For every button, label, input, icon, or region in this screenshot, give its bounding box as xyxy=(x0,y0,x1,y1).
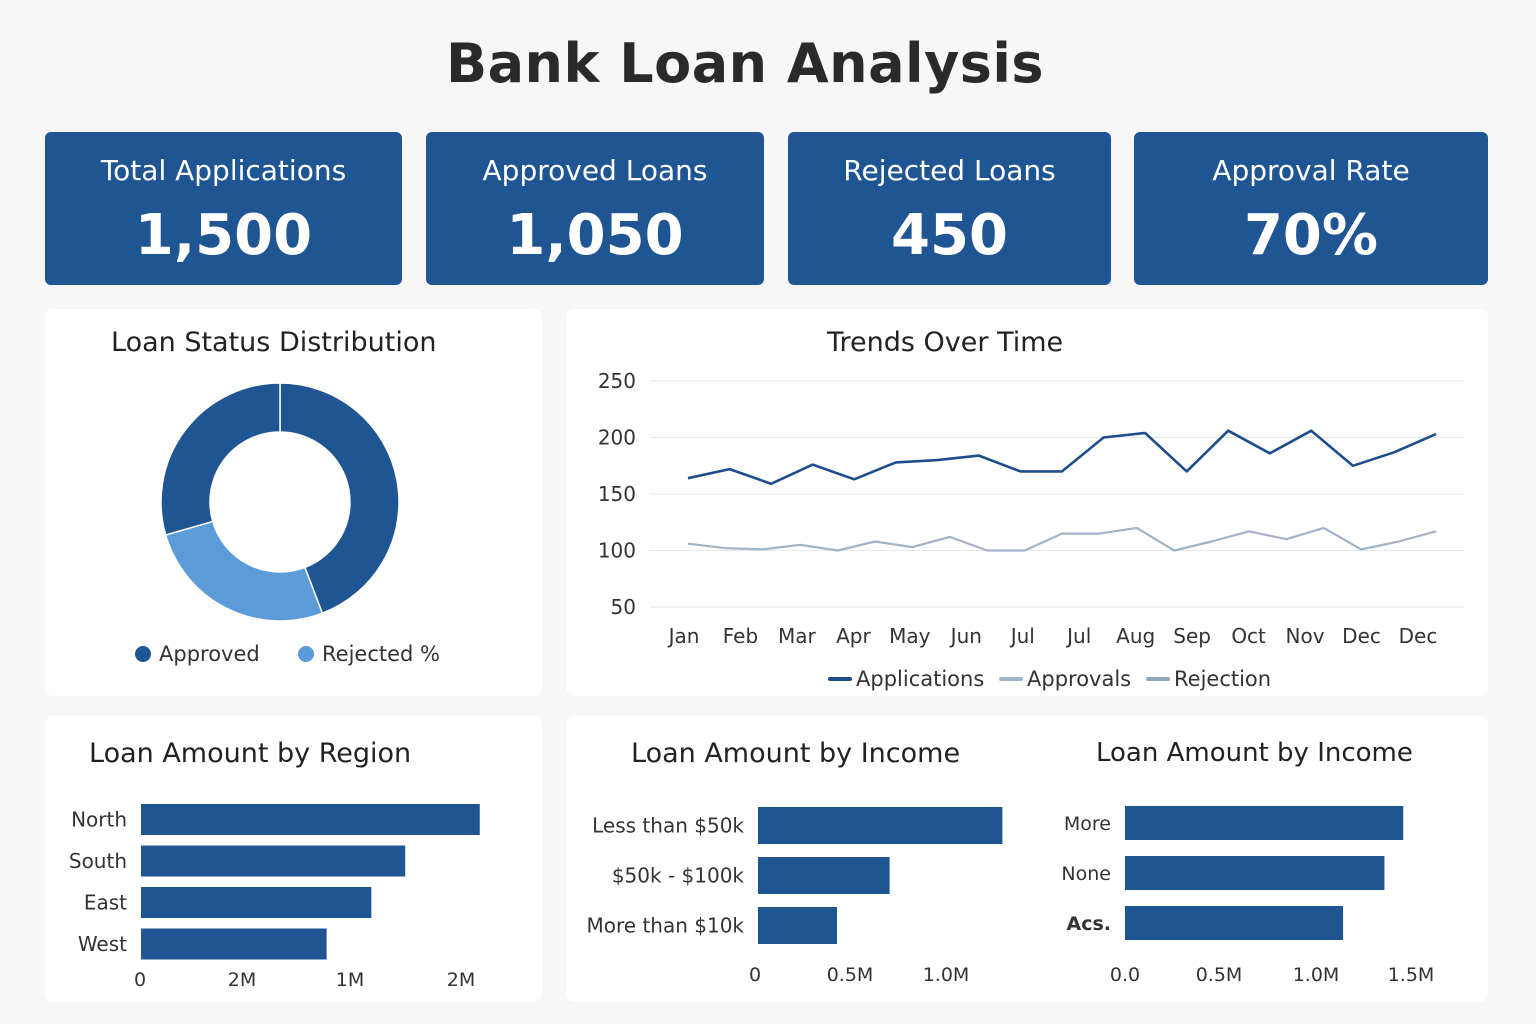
x-tick-label: Jul xyxy=(1009,624,1035,648)
x-tick-label: Dec xyxy=(1399,624,1438,648)
legend-label: Approved xyxy=(159,642,260,666)
legend-approvals: Approvals xyxy=(999,667,1131,691)
bar xyxy=(1125,906,1344,940)
legend-approved: Approved xyxy=(135,642,260,666)
series-line-approvals xyxy=(687,526,1437,552)
legend-label: Rejection xyxy=(1174,667,1272,691)
kpi-approved-loans: Approved Loans 1,050 xyxy=(426,132,764,285)
x-tick-label: 0 xyxy=(749,964,761,986)
donut-slice-rejected xyxy=(164,520,324,622)
y-tick-label: 50 xyxy=(611,595,636,619)
category-label: $50k - $100k xyxy=(612,864,745,888)
x-tick-label: 0.5M xyxy=(1196,964,1243,986)
x-tick-label: Apr xyxy=(836,624,871,648)
category-label: None xyxy=(1061,863,1111,885)
x-tick-label: 1M xyxy=(336,969,364,991)
x-tick-label: Sep xyxy=(1173,624,1211,648)
bar xyxy=(141,845,406,877)
x-tick-label: Nov xyxy=(1286,624,1325,648)
x-tick-label: Feb xyxy=(723,624,758,648)
y-tick-label: 100 xyxy=(598,539,636,563)
line-chart: 250 200 150 100 50 Jan Feb Mar Apr May Jun Jul Jul Au… xyxy=(598,369,1464,648)
bar xyxy=(758,807,1003,844)
x-tick-label: 2M xyxy=(447,969,475,991)
bar xyxy=(1125,856,1385,890)
category-label: West xyxy=(78,932,127,956)
region-bar-chart: North South East West 0 2M 1M 2M xyxy=(69,804,480,991)
y-tick-label: 250 xyxy=(598,369,636,393)
x-tick-label: 1.0M xyxy=(923,964,970,986)
bar xyxy=(1125,806,1404,840)
category-label: Acs. xyxy=(1067,913,1112,935)
category-label: More xyxy=(1064,813,1111,835)
income-bar-charts: Less than $50k $50k - $100k More than $10k… xyxy=(587,806,1435,986)
loan-status-panel: Loan Status Distribution Approved Reject… xyxy=(45,309,542,696)
category-label: Less than $50k xyxy=(592,814,744,838)
x-tick-label: 0.5M xyxy=(827,964,874,986)
bar xyxy=(141,928,327,960)
x-tick-label: Jan xyxy=(667,624,700,648)
x-tick-label: Jun xyxy=(949,624,982,648)
legend-swatch xyxy=(135,646,151,662)
legend-label: Approvals xyxy=(1027,667,1132,691)
bar xyxy=(141,804,480,835)
kpi-label: Rejected Loans xyxy=(843,154,1056,187)
donut-slice-approved xyxy=(160,382,281,536)
x-tick-label: Jul xyxy=(1065,624,1091,648)
kpi-total-applications: Total Applications 1,500 xyxy=(45,132,402,285)
trends-panel: Trends Over Time 250 200 150 100 50 Jan Feb Mar… xyxy=(566,309,1488,696)
kpi-value: 70% xyxy=(1243,203,1379,268)
y-tick-label: 200 xyxy=(598,426,636,450)
page-title: Bank Loan Analysis xyxy=(445,32,1045,95)
legend-swatch xyxy=(1146,677,1170,681)
x-tick-label: 1.0M xyxy=(1293,964,1340,986)
x-tick-label: 1.5M xyxy=(1388,964,1435,986)
x-tick-label: Mar xyxy=(778,624,817,648)
kpi-label: Approval Rate xyxy=(1212,154,1410,187)
x-tick-label: Aug xyxy=(1116,624,1155,648)
legend-swatch xyxy=(298,646,314,662)
donut-chart xyxy=(160,382,400,622)
income-panel: Loan Amount by Income Loan Amount by Inc… xyxy=(566,716,1488,1002)
x-tick-label: 0 xyxy=(134,969,146,991)
legend-label: Rejected % xyxy=(322,642,440,666)
bar xyxy=(758,857,890,894)
x-tick-label: 2M xyxy=(228,969,256,991)
legend-swatch xyxy=(828,677,852,681)
category-label: South xyxy=(69,849,127,873)
kpi-label: Approved Loans xyxy=(482,154,708,187)
x-tick-label: Oct xyxy=(1231,624,1266,648)
legend-rejected: Rejected % xyxy=(298,642,440,666)
y-tick-label: 150 xyxy=(598,482,636,506)
kpi-approval-rate: Approval Rate 70% xyxy=(1134,132,1488,285)
series-line-applications xyxy=(687,429,1437,486)
bar xyxy=(758,907,837,944)
category-label: More than $10k xyxy=(587,914,745,938)
x-tick-label: May xyxy=(889,624,931,648)
legend-swatch xyxy=(999,677,1023,681)
category-label: East xyxy=(84,891,127,915)
kpi-label: Total Applications xyxy=(100,154,347,187)
kpi-rejected-loans: Rejected Loans 450 xyxy=(788,132,1111,285)
kpi-value: 1,050 xyxy=(506,203,684,268)
legend-rejection: Rejection xyxy=(1146,667,1271,691)
x-tick-label: Dec xyxy=(1342,624,1381,648)
region-panel: Loan Amount by Region North South East West… xyxy=(45,716,542,1002)
category-label: North xyxy=(71,808,127,832)
kpi-value: 1,500 xyxy=(134,203,313,268)
legend-label: Applications xyxy=(856,667,985,691)
x-tick-label: 0.0 xyxy=(1110,964,1140,986)
kpi-value: 450 xyxy=(891,203,1008,268)
bar xyxy=(141,887,372,918)
legend-applications: Applications xyxy=(828,667,984,691)
